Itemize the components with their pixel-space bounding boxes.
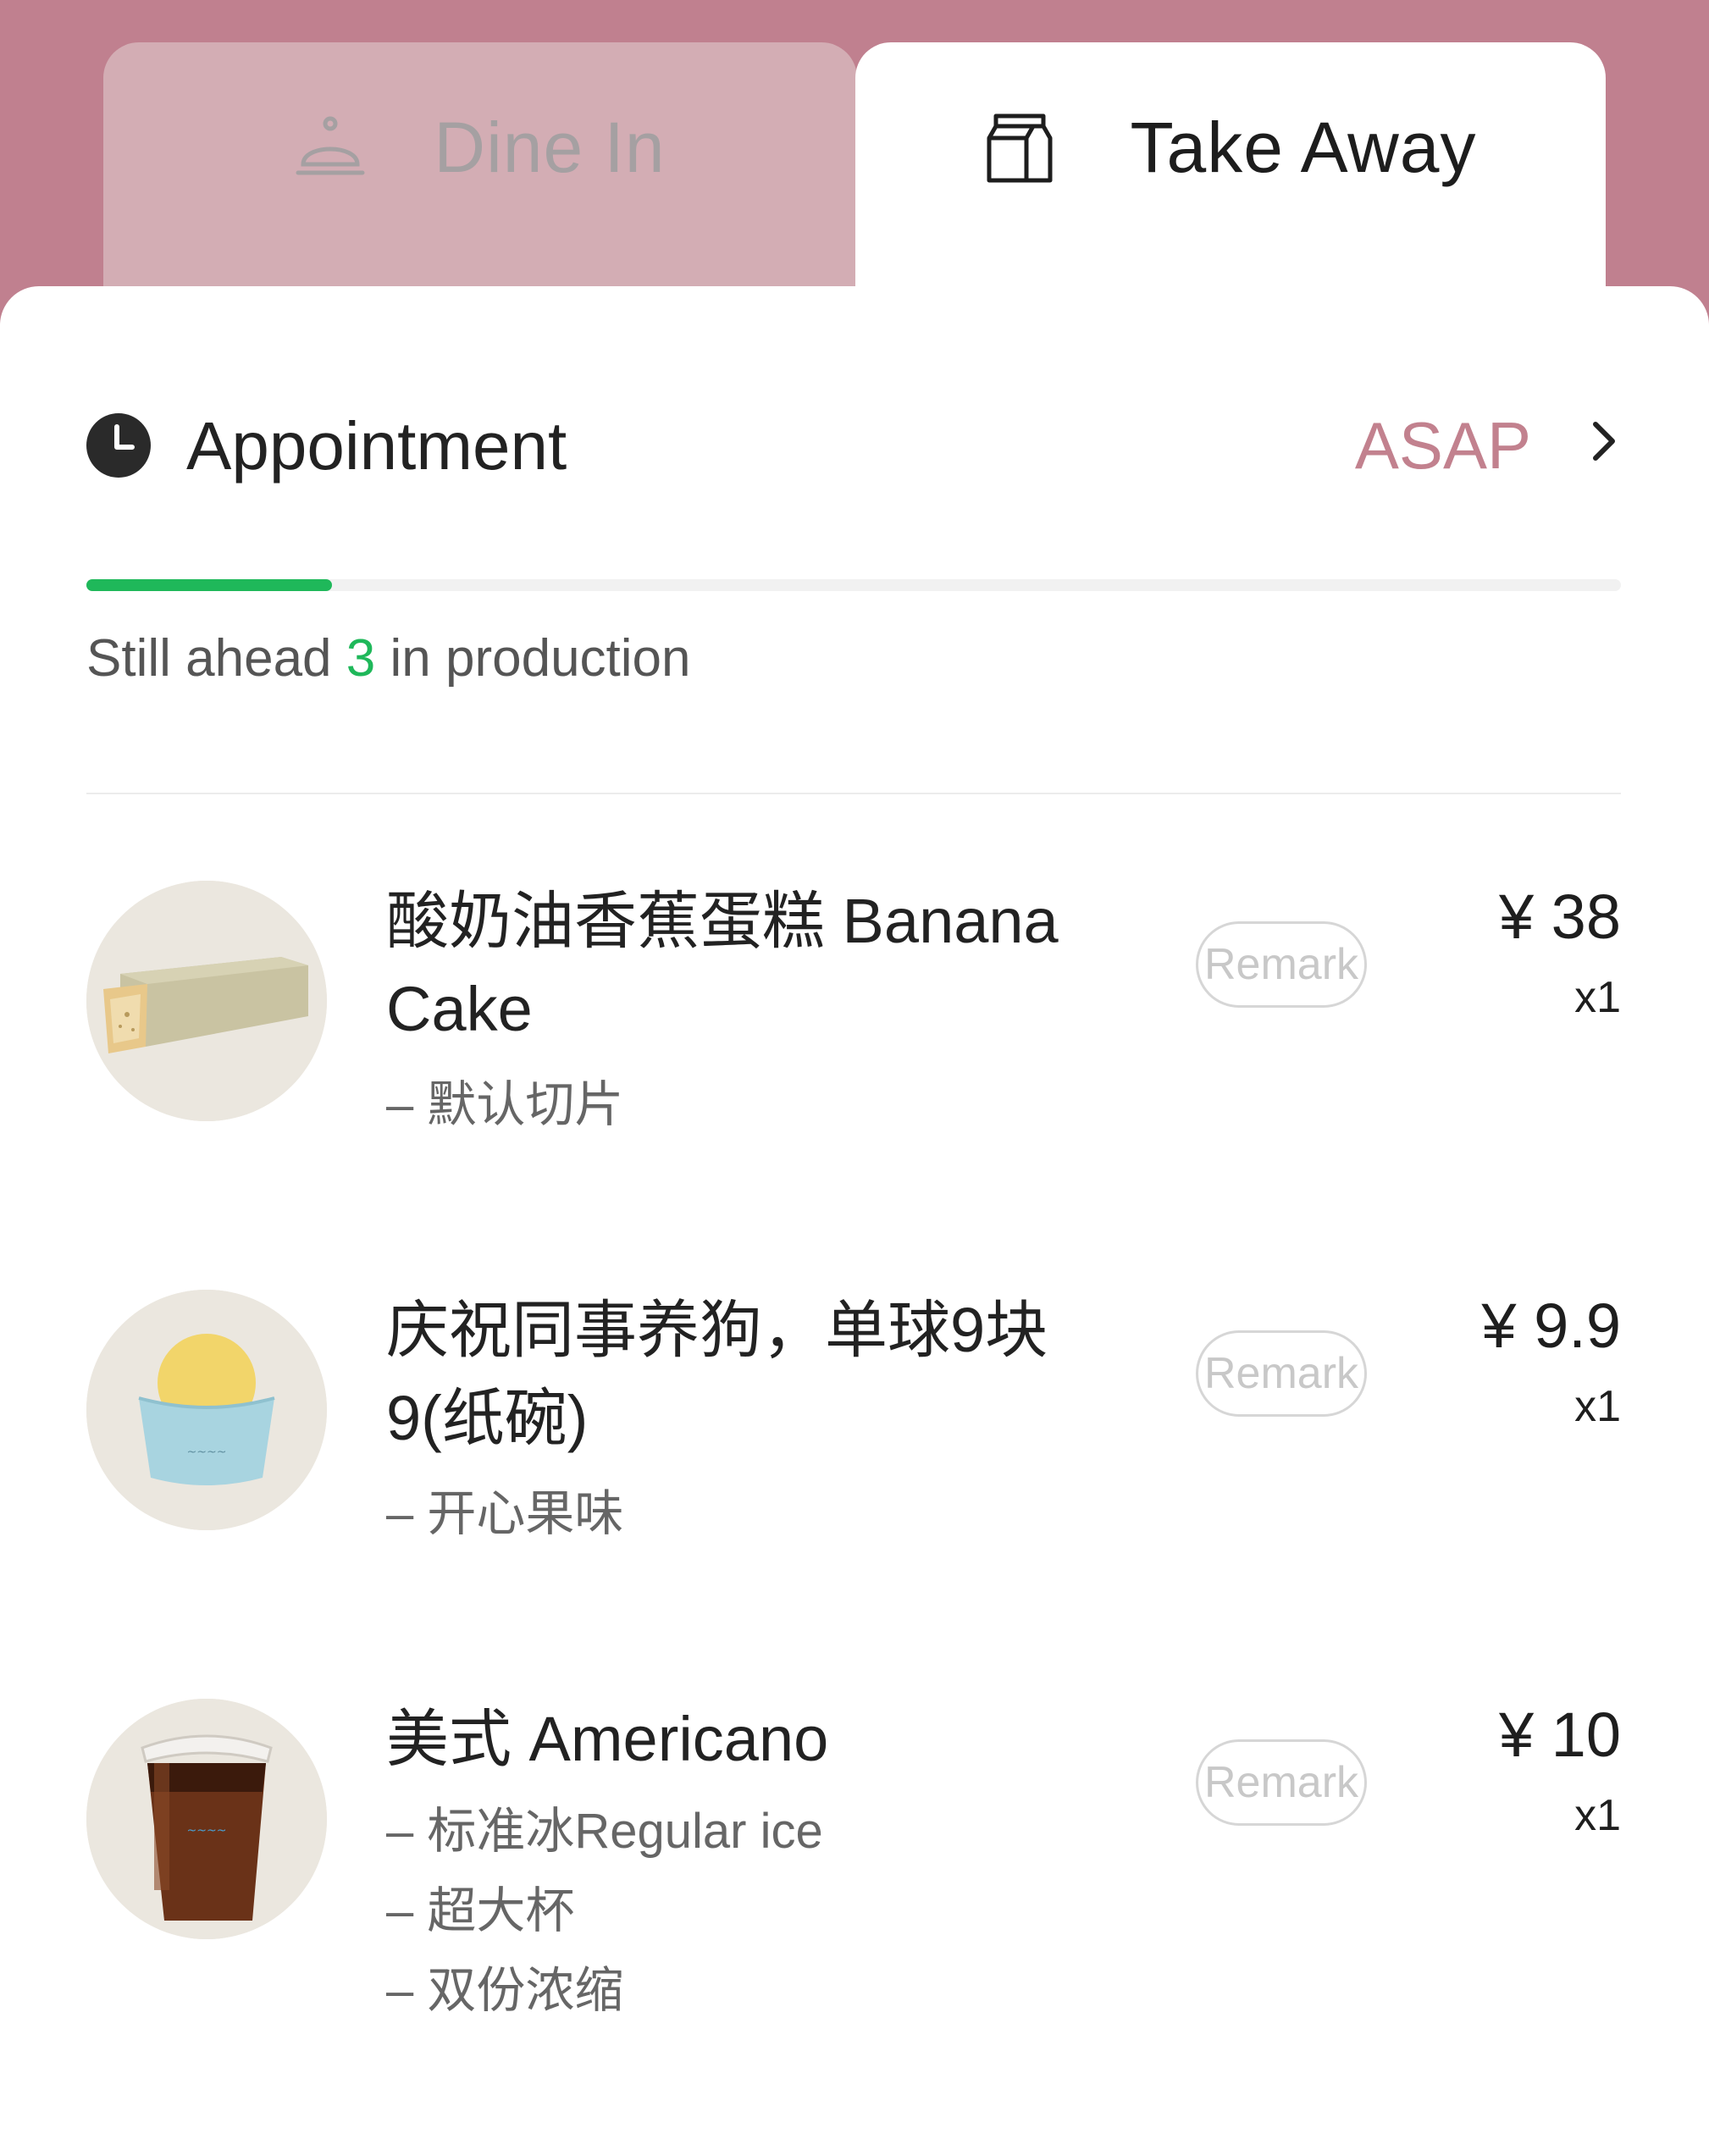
queue-prefix: Still ahead [86,629,332,688]
item-quantity: x1 [1574,973,1621,1022]
production-progress-fill [86,579,332,591]
iced-coffee-image: ~~~~ [86,1699,327,1939]
appointment-row[interactable]: Appointment ASAP [86,401,1621,494]
queue-status: Still ahead 3 in production [86,628,691,688]
svg-text:~~~~: ~~~~ [187,1446,227,1459]
queue-suffix: in production [390,629,691,688]
order-card: Appointment ASAP Still ahead 3 in produc… [0,286,1709,2156]
item-quantity: x1 [1574,1791,1621,1840]
item-quantity: x1 [1574,1382,1621,1431]
item-option: – 标准冰Regular ice [386,1804,823,1859]
item-option: – 开心果味 [386,1486,624,1541]
service-bell-icon [295,112,366,183]
divider [86,793,1621,794]
item-price: ¥ 38 [1498,882,1621,952]
remark-button[interactable]: Remark [1196,921,1367,1008]
tab-take-away[interactable]: Take Away [855,42,1606,313]
item-options: – 标准冰Regular ice – 超大杯 – 双份浓缩 [386,1792,823,2031]
appointment-title: Appointment [186,408,567,484]
queue-count: 3 [346,629,376,688]
tab-dine-in[interactable]: Dine In [103,42,857,286]
chevron-right-icon[interactable] [1587,417,1621,469]
ice-cream-cup-image: ~~~~ [86,1290,327,1530]
clock-icon [86,413,151,482]
tab-take-away-label: Take Away [1130,107,1477,187]
item-options: – 默认切片 [386,1065,623,1145]
item-price: ¥ 10 [1498,1700,1621,1770]
item-name: 美式 Americano [386,1704,829,1774]
item-options: – 开心果味 [386,1474,623,1554]
production-progress-bar [86,579,1621,591]
item-name: 庆祝同事养狗，单球9块9(纸碗) [386,1295,1048,1453]
item-option: – 超大杯 [386,1883,575,1938]
remark-button[interactable]: Remark [1196,1739,1367,1826]
item-option: – 默认切片 [386,1077,624,1132]
banana-cake-image [86,881,327,1121]
remark-button[interactable]: Remark [1196,1330,1367,1417]
milk-carton-icon [984,109,1055,185]
svg-text:~~~~: ~~~~ [187,1824,227,1838]
tab-dine-in-label: Dine In [434,107,666,187]
item-option: – 双份浓缩 [386,1963,624,2018]
item-price: ¥ 9.9 [1481,1291,1621,1361]
appointment-value[interactable]: ASAP [1355,407,1531,484]
order-type-tabs: Dine In Take Away [0,0,1709,313]
item-name: 酸奶油香蕉蛋糕 Banana Cake [386,886,1059,1044]
